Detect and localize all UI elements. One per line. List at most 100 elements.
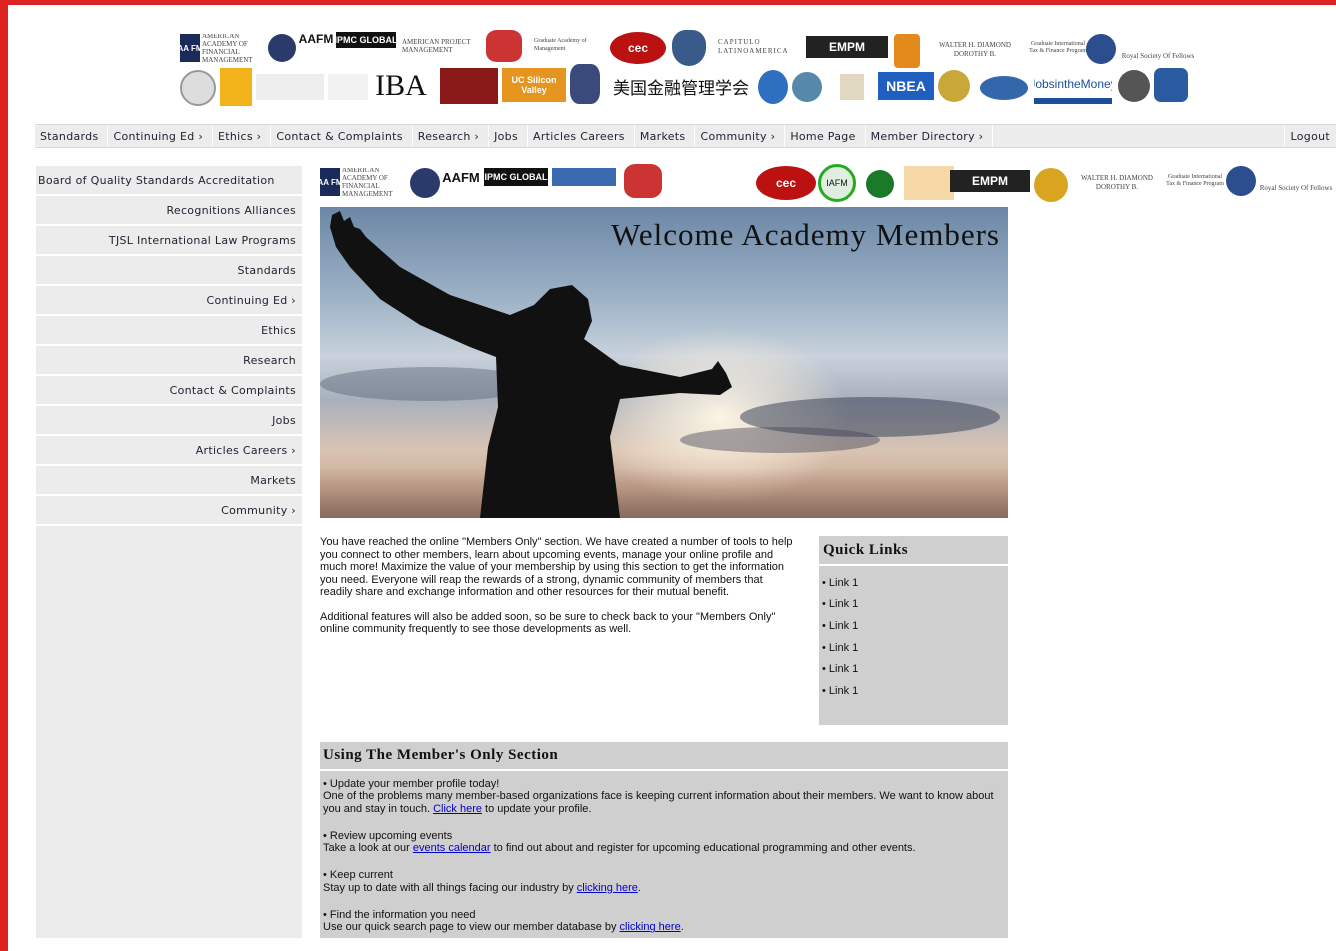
using-section-title: Using The Member's Only Section — [320, 742, 1008, 771]
using-block-current: • Keep current Stay up to date with all … — [320, 866, 1008, 894]
dark-seal-logo — [1118, 70, 1150, 102]
logo-diamond: WALTER H. DIAMOND DOROTHY B. — [939, 41, 1011, 58]
sidebar-nav: Board of Quality Standards Accreditation… — [36, 166, 302, 938]
logout-link[interactable]: Logout — [1283, 125, 1336, 147]
using-block-events: • Review upcoming events Take a look at … — [320, 827, 1008, 855]
aafm-emblem-logo: AA FM — [180, 34, 200, 62]
quick-link[interactable]: • Link 1 — [822, 637, 1008, 659]
orange-badge-logo — [894, 34, 920, 68]
update-profile-link[interactable]: Click here — [433, 803, 482, 815]
aafm-emblem-logo: AA FM — [320, 168, 340, 196]
sidebar-item-recognitions[interactable]: Recognitions Alliances — [36, 196, 302, 226]
block-text: One of the problems many member-based or… — [323, 790, 994, 815]
globe-logo — [410, 168, 440, 198]
nav-continuing-ed[interactable]: Continuing Ed › — [108, 125, 214, 147]
nav-articles-careers[interactable]: Articles Careers — [528, 125, 635, 147]
block-text: Take a look at our — [323, 842, 413, 855]
society-emblem-logo — [1086, 34, 1116, 64]
strip-logo-graduate-tax: Graduate International Tax & Finance Pro… — [1166, 174, 1224, 187]
nav-jobs[interactable]: Jobs — [489, 125, 528, 147]
strip-logo-cec: cec — [756, 166, 816, 200]
certification-text-logo — [672, 168, 742, 194]
quick-links-panel: Quick Links • Link 1 • Link 1 • Link 1 •… — [819, 536, 1008, 725]
red-seal-logo — [440, 68, 498, 104]
business-academy-logo — [328, 74, 368, 100]
nav-contact-complaints[interactable]: Contact & Complaints — [271, 125, 413, 147]
block-heading: • Keep current — [323, 869, 393, 882]
nav-markets[interactable]: Markets — [635, 125, 696, 147]
sidebar-item-tjsl[interactable]: TJSL International Law Programs — [36, 226, 302, 256]
strip-logo-royal-society: Royal Society Of Fellows — [1259, 184, 1333, 192]
logo-banner: AA FM AMERICAN ACADEMY OF FINANCIAL MANA… — [178, 28, 1208, 108]
quick-link[interactable]: • Link 1 — [822, 615, 1008, 637]
intro-paragraph: Additional features will also be added s… — [320, 610, 776, 636]
logo-graduate-tax: Graduate International Tax & Finance Pro… — [1029, 41, 1087, 54]
crest-logo — [624, 164, 662, 198]
sidebar-item-jobs[interactable]: Jobs — [36, 406, 302, 436]
globe-logo — [268, 34, 296, 62]
quick-link[interactable]: • Link 1 — [822, 594, 1008, 616]
university-crest-logo — [570, 64, 600, 104]
logo-project-mgmt: AMERICAN PROJECT MANAGEMENT — [402, 38, 471, 54]
keep-current-link[interactable]: clicking here — [577, 882, 638, 894]
circle-emblem-logo — [792, 72, 822, 102]
nav-community[interactable]: Community › — [695, 125, 786, 147]
block-text: to find out about and register for upcom… — [490, 842, 916, 855]
intro-text: You have reached the online "Members Onl… — [320, 536, 794, 648]
logo-aafm-name: AMERICAN ACADEMY OF FINANCIAL MANAGEMENT — [202, 34, 253, 62]
sidebar-item-markets[interactable]: Markets — [36, 466, 302, 496]
using-section: Using The Member's Only Section • Update… — [320, 742, 1008, 938]
quick-links-list: • Link 1 • Link 1 • Link 1 • Link 1 • Li… — [819, 572, 1008, 702]
building-logo — [840, 74, 864, 100]
green-circle-logo — [866, 170, 894, 198]
orange-text-logo — [904, 166, 954, 200]
gold-seal-logo — [938, 70, 970, 102]
sidebar-item-ethics[interactable]: Ethics — [36, 316, 302, 346]
shield-logo — [672, 30, 706, 66]
hero-title: Welcome Academy Members — [611, 217, 1000, 252]
hero-banner: Welcome Academy Members — [320, 207, 1008, 518]
blue-badges-logo — [552, 168, 616, 186]
logo-iba: IBA — [375, 70, 427, 102]
silhouette-figure — [330, 211, 732, 518]
strip-logo-aafm: AAFM — [442, 169, 480, 185]
quick-link[interactable]: • Link 1 — [822, 658, 1008, 680]
nav-home-page[interactable]: Home Page — [785, 125, 866, 147]
block-heading: • Update your member profile today! — [323, 778, 500, 790]
nav-standards[interactable]: Standards — [35, 125, 109, 147]
nav-member-directory[interactable]: Member Directory › — [866, 125, 994, 147]
sidebar-item-continuing-ed[interactable]: Continuing Ed › — [36, 286, 302, 316]
sidebar-item-standards[interactable]: Standards — [36, 256, 302, 286]
using-block-search: • Find the information you need Use our … — [320, 906, 1008, 934]
strip-logo-iafm: IAFM — [818, 164, 856, 202]
sidebar-item-research[interactable]: Research — [36, 346, 302, 376]
nav-ethics[interactable]: Ethics › — [213, 125, 272, 147]
sidebar-item-board-quality[interactable]: Board of Quality Standards Accreditation — [36, 166, 302, 196]
tec-monterrey-logo — [256, 74, 324, 100]
crest-logo — [486, 30, 522, 62]
logo-ipmc: IPMC GLOBAL — [336, 32, 396, 48]
logo-strip: AA FM AMERICAN ACADEMY OF FINANCIAL MANA… — [320, 162, 1336, 206]
member-search-link[interactable]: clicking here — [620, 921, 681, 933]
block-heading: • Review upcoming events — [323, 829, 453, 842]
block-text: . — [680, 921, 684, 934]
quick-link[interactable]: • Link 1 — [822, 572, 1008, 594]
logo-graduate-academy: Graduate Academy of Management — [534, 38, 587, 52]
logo-royal-society: Royal Society Of Fellows — [1121, 52, 1195, 60]
sidebar-item-contact[interactable]: Contact & Complaints — [36, 376, 302, 406]
events-calendar-link[interactable]: events calendar — [413, 842, 491, 854]
strip-logo-aafm-name: AMERICAN ACADEMY OF FINANCIAL MANAGEMENT — [342, 168, 393, 196]
logo-jobsinthemoney: JobsintheMoney — [1034, 70, 1112, 104]
logo-uc-silicon-valley: UC Silicon Valley — [502, 68, 566, 102]
society-emblem-logo — [1226, 166, 1256, 196]
block-text: . — [637, 881, 641, 894]
gold-seal-logo — [1034, 168, 1068, 202]
logo-aafm: AAFM — [298, 32, 334, 46]
nav-research[interactable]: Research › — [413, 125, 490, 147]
strip-logo-diamond: WALTER H. DIAMOND DOROTHY B. — [1081, 174, 1153, 191]
logo-nbea: NBEA — [878, 72, 934, 100]
triangle-logo — [220, 68, 252, 106]
quick-link[interactable]: • Link 1 — [822, 680, 1008, 702]
sidebar-item-community[interactable]: Community › — [36, 496, 302, 526]
sidebar-item-articles-careers[interactable]: Articles Careers › — [36, 436, 302, 466]
